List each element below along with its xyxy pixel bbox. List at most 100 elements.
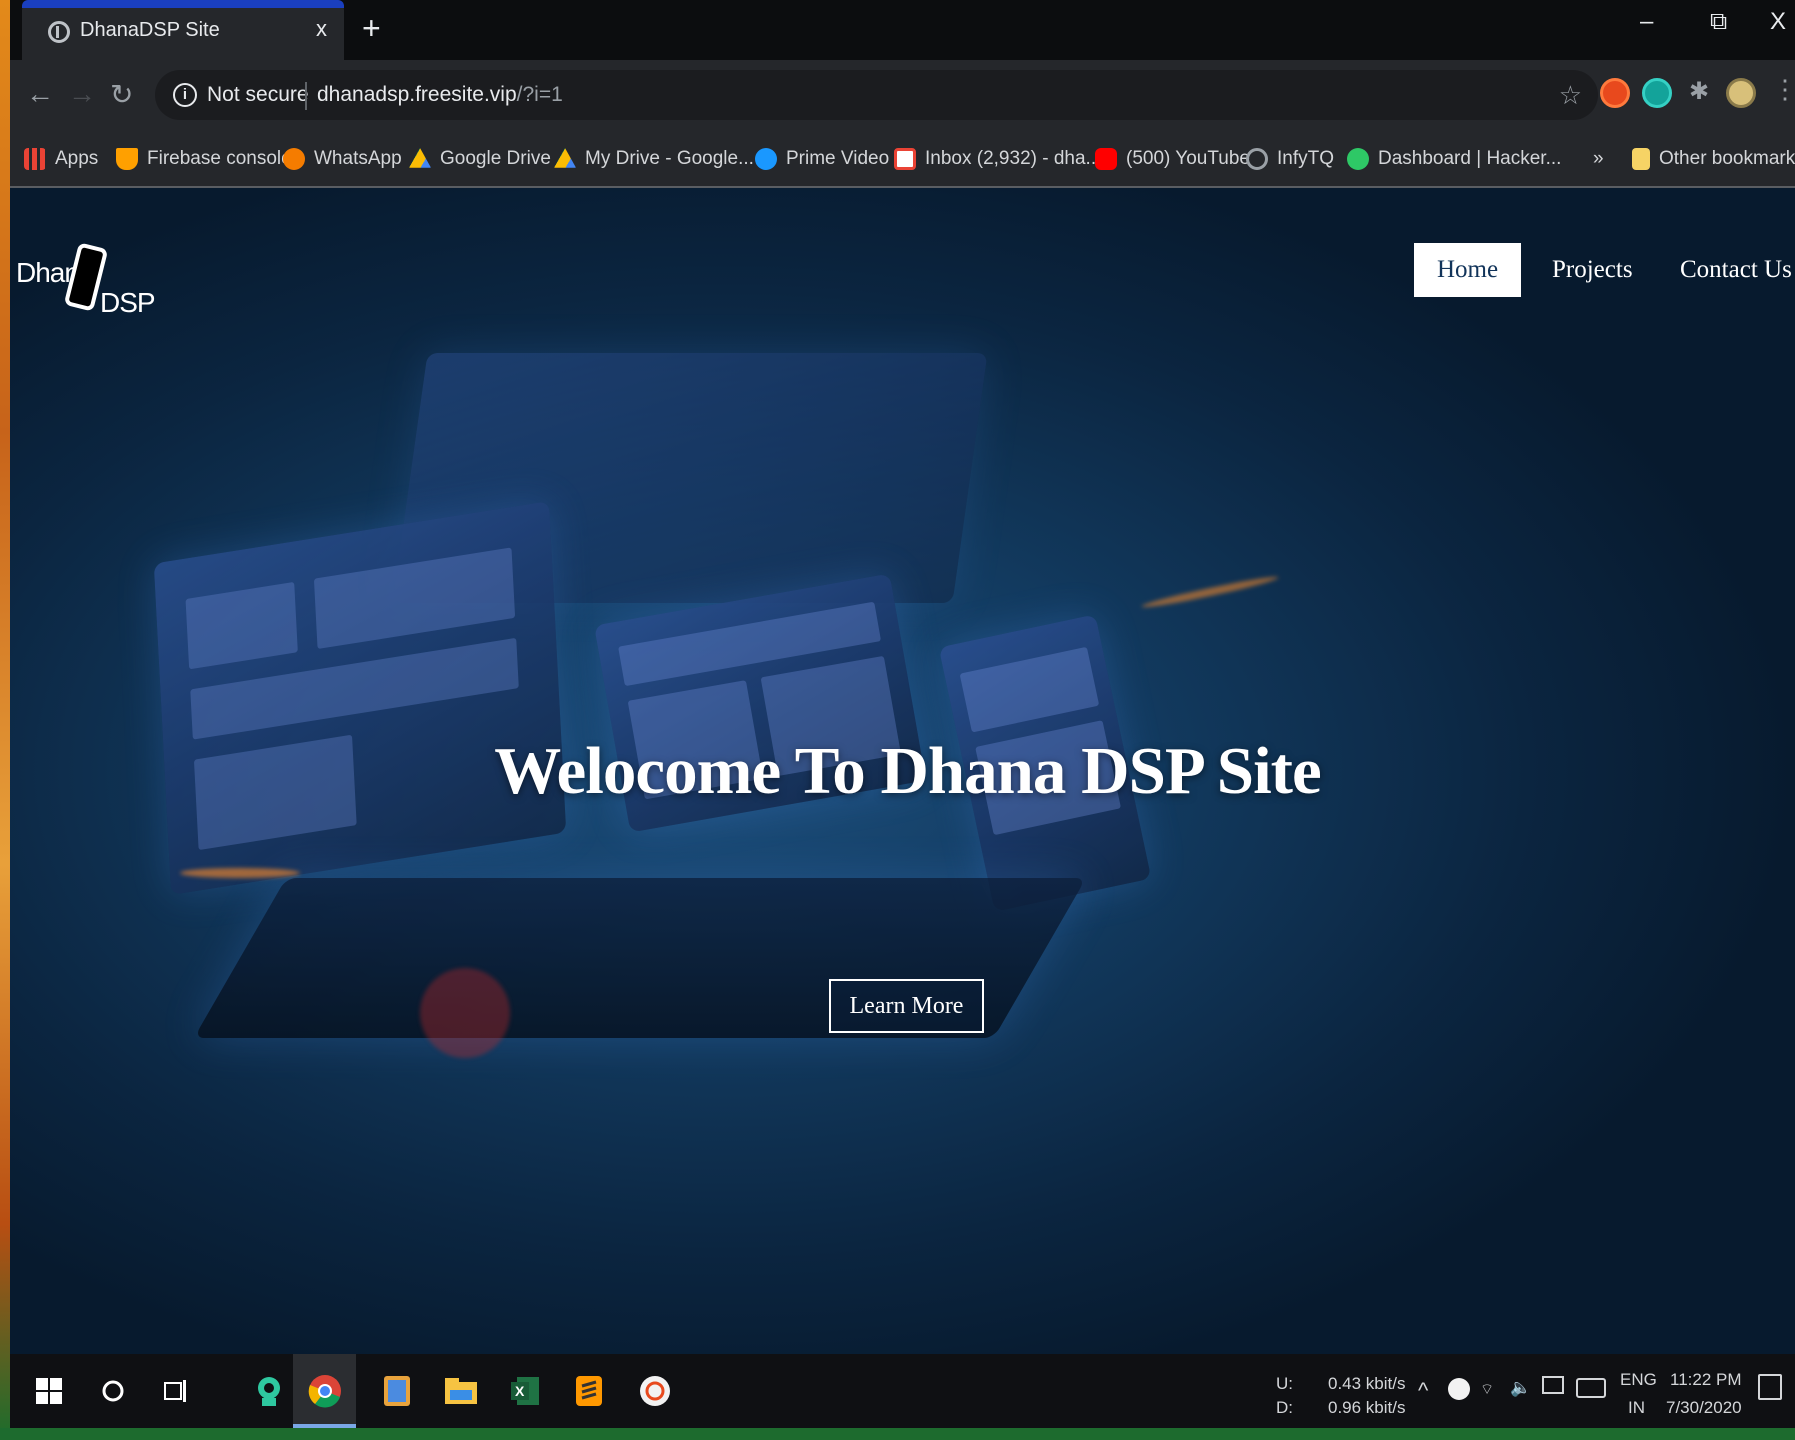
bookmark-label: Dashboard | Hacker... <box>1378 148 1562 169</box>
net-download-speed: 0.96 kbit/s <box>1328 1398 1406 1417</box>
sublime-text-icon[interactable] <box>566 1368 612 1414</box>
bookmark-label: Inbox (2,932) - dha... <box>925 148 1102 169</box>
taskbar-app-icon[interactable] <box>246 1368 292 1414</box>
search-cortana-icon[interactable] <box>90 1368 136 1414</box>
restore-button[interactable]: ⧉ <box>1710 8 1727 36</box>
apps-grid-icon <box>24 148 46 170</box>
bookmark-label: (500) YouTube <box>1126 148 1250 169</box>
bookmark-whatsapp[interactable]: WhatsApp <box>283 144 402 174</box>
language-region[interactable]: IN <box>1628 1398 1645 1418</box>
svg-text:X: X <box>515 1383 525 1399</box>
nav-projects[interactable]: Projects <box>1552 243 1633 297</box>
reload-icon[interactable]: ↻ <box>110 78 133 111</box>
tab-close-button[interactable]: x <box>316 16 327 42</box>
tray-app-icon[interactable] <box>1448 1378 1470 1400</box>
bokeh-light <box>420 968 510 1058</box>
media-player-icon[interactable] <box>374 1368 420 1414</box>
clock-date[interactable]: 7/30/2020 <box>1666 1398 1742 1418</box>
bookmark-star-icon[interactable]: ☆ <box>1559 80 1582 111</box>
tray-overflow-chevron-icon[interactable]: ^ <box>1418 1378 1428 1404</box>
other-bookmarks-folder[interactable]: Other bookmarks <box>1632 144 1795 174</box>
folder-icon <box>1632 148 1650 170</box>
bookmark-my-drive[interactable]: My Drive - Google... <box>554 144 754 174</box>
infytq-icon <box>1246 148 1268 170</box>
bookmark-infytq[interactable]: InfyTQ <box>1246 144 1334 174</box>
browser-tab[interactable]: DhanaDSP Site x <box>22 2 344 60</box>
minimize-button[interactable]: – <box>1640 8 1653 36</box>
extension-red-icon[interactable] <box>1600 78 1630 108</box>
chrome-icon[interactable] <box>302 1368 348 1414</box>
hero-laptop-illustration <box>153 501 567 895</box>
volume-icon[interactable]: 🔈 <box>1510 1378 1531 1398</box>
gmail-icon <box>894 148 916 170</box>
prime-video-icon <box>755 148 777 170</box>
bookmark-prime-video[interactable]: Prime Video <box>755 144 889 174</box>
site-logo[interactable]: Dhana DSP <box>16 242 156 323</box>
wifi-icon[interactable]: ⌔ <box>1480 1380 1494 1399</box>
security-label[interactable]: Not secure <box>207 83 309 107</box>
windows-start-icon[interactable] <box>26 1368 72 1414</box>
bookmarks-bar: Apps Firebase console WhatsApp Google Dr… <box>10 130 1795 188</box>
firebase-icon <box>116 148 138 170</box>
profile-avatar[interactable] <box>1726 78 1756 108</box>
bookmark-youtube[interactable]: (500) YouTube <box>1095 144 1250 174</box>
menu-kebab-icon[interactable]: ⋮ <box>1772 74 1795 105</box>
hackerrank-icon <box>1347 148 1369 170</box>
bookmark-label: Apps <box>55 148 99 169</box>
bookmark-gmail[interactable]: Inbox (2,932) - dha... <box>894 144 1101 174</box>
tab-loading-bar <box>22 0 344 8</box>
close-window-button[interactable]: X <box>1770 8 1786 36</box>
bookmark-hackerrank[interactable]: Dashboard | Hacker... <box>1347 144 1561 174</box>
windows-taskbar: X U: D: 0.43 kbit/s 0.96 kbit/s ^ ⌔ 🔈 EN… <box>10 1354 1795 1428</box>
extensions-puzzle-icon[interactable]: ✱ <box>1684 78 1714 108</box>
language-code[interactable]: ENG <box>1620 1370 1657 1390</box>
notification-center-icon[interactable] <box>1758 1374 1782 1400</box>
back-arrow-icon[interactable]: ← <box>26 78 54 110</box>
nav-contact-us[interactable]: Contact Us <box>1680 243 1792 297</box>
omnibox-divider <box>305 82 307 110</box>
bookmark-label: InfyTQ <box>1277 148 1335 169</box>
address-bar[interactable]: i Not secure dhanadsp.freesite.vip/?i=1 … <box>155 70 1598 120</box>
nav-home[interactable]: Home <box>1414 243 1521 297</box>
new-tab-button[interactable]: + <box>362 10 381 47</box>
url-path: /?i=1 <box>516 83 563 106</box>
info-icon[interactable]: i <box>173 83 197 107</box>
learn-more-button[interactable]: Learn More <box>829 979 984 1033</box>
light-streak <box>1140 573 1280 611</box>
forward-arrow-icon[interactable]: → <box>68 78 96 110</box>
excel-icon[interactable]: X <box>502 1368 548 1414</box>
youtube-icon <box>1095 148 1117 170</box>
whatsapp-icon <box>283 148 305 170</box>
task-view-icon[interactable] <box>152 1368 198 1414</box>
app-circle-icon[interactable] <box>632 1368 678 1414</box>
website-viewport: Dhana DSP Home Projects Contact Us Weloc… <box>10 188 1795 1354</box>
light-streak <box>180 868 300 878</box>
keyboard-icon[interactable] <box>1576 1378 1606 1398</box>
net-upload-label: U: <box>1276 1374 1293 1393</box>
desktop-bottom-edge <box>0 1428 1795 1440</box>
bookmark-firebase[interactable]: Firebase console <box>116 144 292 174</box>
bookmark-google-drive[interactable]: Google Drive <box>409 144 551 174</box>
url-host: dhanadsp.freesite.vip <box>317 83 517 106</box>
bookmark-apps[interactable]: Apps <box>24 144 98 174</box>
google-drive-icon <box>409 148 431 168</box>
bookmark-label: WhatsApp <box>314 148 402 169</box>
globe-icon <box>48 21 70 43</box>
other-bookmarks-label: Other bookmarks <box>1659 148 1795 169</box>
browser-toolbar: ← → ↻ i Not secure dhanadsp.freesite.vip… <box>10 60 1795 130</box>
overflow-chevron-icon: » <box>1593 148 1604 169</box>
grammarly-extension-icon[interactable] <box>1642 78 1672 108</box>
net-download-label: D: <box>1276 1398 1293 1417</box>
bookmark-label: My Drive - Google... <box>585 148 754 169</box>
net-upload-speed: 0.43 kbit/s <box>1328 1374 1406 1393</box>
tab-title: DhanaDSP Site <box>80 19 220 41</box>
url-text[interactable]: dhanadsp.freesite.vip/?i=1 <box>317 83 563 107</box>
google-drive-icon <box>554 148 576 168</box>
bookmarks-overflow-button[interactable]: » <box>1593 144 1604 174</box>
logo-word-dsp: DSP <box>100 287 156 318</box>
hero-title: Welocome To Dhana DSP Site <box>494 734 1321 808</box>
file-explorer-icon[interactable] <box>438 1368 484 1414</box>
network-monitor-icon[interactable] <box>1542 1376 1564 1394</box>
clock-time[interactable]: 11:22 PM <box>1670 1370 1742 1390</box>
bookmark-label: Prime Video <box>786 148 890 169</box>
